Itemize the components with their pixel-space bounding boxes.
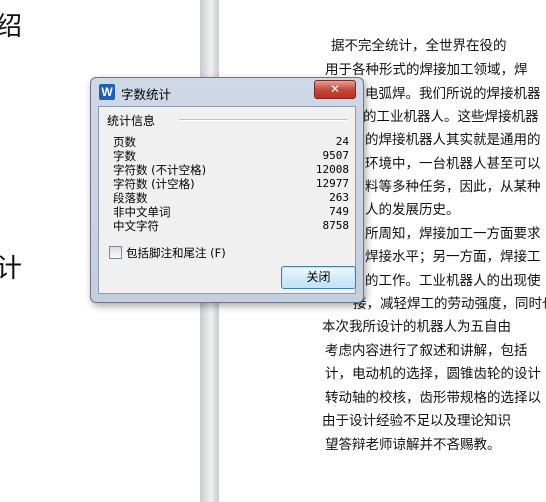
stats-group-title: 统计信息 [107,112,160,129]
document-line: 望答辩老师谅解并不吝赐教。 [325,437,501,453]
word-count-dialog: W 字数统计 ✕ 统计信息 页数 24 字数 9507 字符数 (不计空格) 1… [90,77,364,303]
stat-label: 页数 [113,135,136,149]
stat-row-non-chinese-words: 非中文单词 749 [113,205,349,219]
document-line: 的焊接机器人其实就是通用的 [365,132,541,148]
left-page-text-fragment: 计 [0,254,23,284]
document-line: 由于设计经验不足以及理论知识 [322,413,511,429]
dialog-title: 字数统计 [121,87,172,102]
close-button[interactable]: 关闭 [281,266,356,289]
document-line: 考虑内容进行了叙述和讲解，包括 [325,343,528,359]
include-footnotes-label[interactable]: 包括脚注和尾注 (F) [126,245,226,261]
document-line: 环境中，一台机器人甚至可以 [365,156,541,172]
dialog-titlebar[interactable]: W 字数统计 ✕ [91,78,363,106]
document-line: 计，电动机的选择，圆锥齿轮的设计 [325,366,541,382]
stat-value: 8758 [322,219,350,232]
stat-row-chars-with-spaces: 字符数 (计空格) 12977 [113,177,349,191]
stat-value: 263 [329,191,349,204]
document-line: 料等多种任务，因此，从某种 [365,179,541,195]
document-line: 的工业机器人。这些焊接机器 [363,109,539,125]
document-line: 的工作。工业机器人的出现使 [365,273,541,289]
stat-label: 字数 [113,149,136,163]
stat-value: 9507 [322,149,350,162]
left-page-text-fragment: 绍 [0,12,23,42]
stat-row-paragraphs: 段落数 263 [113,191,349,205]
wps-writer-icon: W [99,84,115,100]
stat-label: 字符数 (不计空格) [113,163,207,177]
document-line: 人的发展历史。 [365,202,460,218]
document-line: 接，减轻焊工的劳动强度，同时也可 [353,296,546,312]
group-divider [179,119,347,121]
stat-row-pages: 页数 24 [113,135,349,149]
document-line: 据不完全统计，全世界在役的 [331,38,507,54]
stat-label: 中文字符 [113,219,159,233]
stat-value: 12008 [315,163,349,176]
stat-row-words: 字数 9507 [113,149,349,163]
document-line: 本次我所设计的机器人为五自由 [322,319,511,335]
document-line: 转动轴的校核，齿形带规格的选择以 [325,390,541,406]
stat-label: 段落数 [113,191,148,205]
document-line: 焊接水平；另一方面，焊接工 [365,249,541,265]
stat-label: 字符数 (计空格) [113,177,195,191]
document-line: 所周知，焊接加工一方面要求 [365,226,541,242]
stat-row-chinese-chars: 中文字符 8758 [113,219,349,233]
stat-value: 12977 [315,177,349,190]
stat-value: 24 [335,135,349,148]
stat-value: 749 [329,205,349,218]
stat-label: 非中文单词 [113,205,171,219]
close-icon[interactable]: ✕ [314,80,356,99]
stat-row-chars-no-spaces: 字符数 (不计空格) 12008 [113,163,349,177]
document-line: 电弧焊。我们所说的焊接机器 [365,86,541,102]
dialog-body: 统计信息 页数 24 字数 9507 字符数 (不计空格) 12008 字符数 … [98,106,356,294]
include-footnotes-checkbox[interactable] [109,246,122,259]
